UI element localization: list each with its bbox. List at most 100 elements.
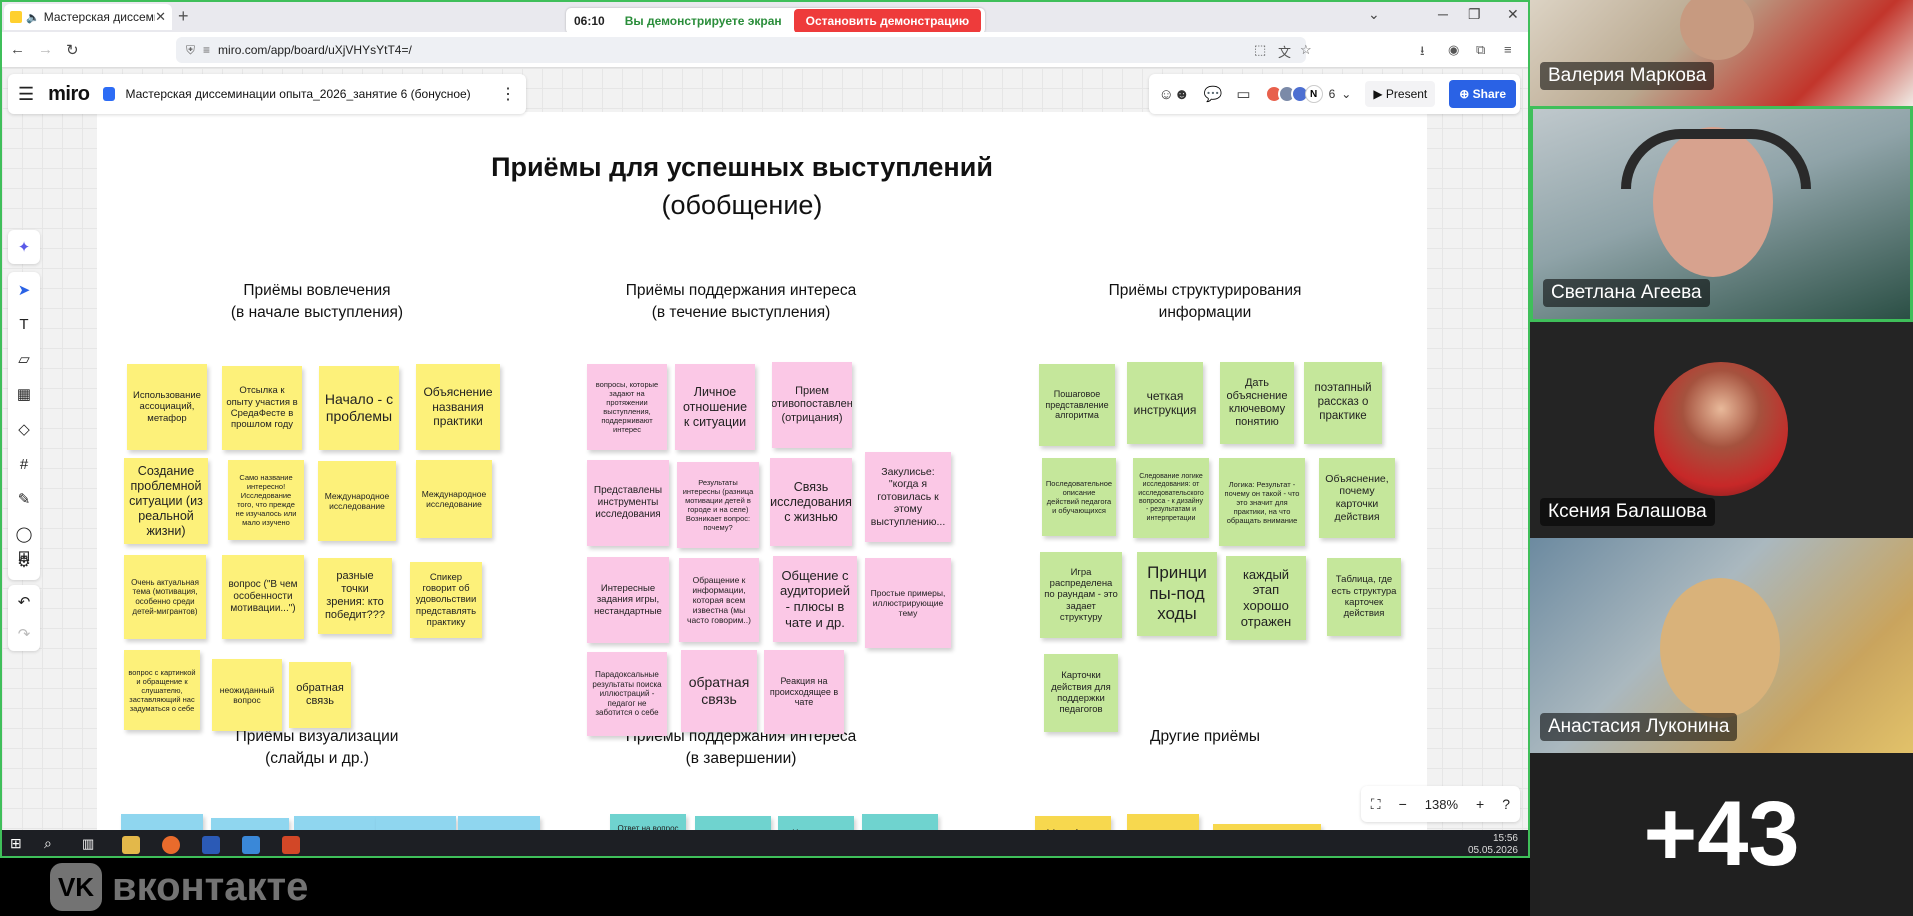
miro-logo[interactable]: miro [48, 83, 90, 106]
sticky-note[interactable]: Интересные задания игры, нестандартные [587, 557, 669, 643]
sticky-note[interactable]: Очень актуальная тема (мотивация, особен… [124, 555, 206, 639]
reload-icon[interactable]: ↻ [66, 41, 79, 59]
fit-screen-icon[interactable]: ⛶ [1371, 796, 1381, 813]
system-clock[interactable]: 15:56 05.05.2026 [1468, 833, 1518, 856]
word-icon[interactable] [202, 836, 220, 854]
menu-icon[interactable]: ≡ [1504, 42, 1512, 57]
powerpoint-icon[interactable] [282, 836, 300, 854]
sticky-note[interactable]: Спикер говорит об удовольствии представл… [410, 562, 482, 638]
sticky-note[interactable]: вопрос ("В чем особенности мотивации..."… [222, 555, 304, 639]
tabs-dropdown-icon[interactable]: ⌄ [1368, 6, 1380, 23]
help-icon[interactable]: ? [1502, 796, 1510, 812]
sticky-note[interactable]: Международное исследование [318, 461, 396, 541]
sticky-note[interactable]: вопрос с картинкой и обращение к слушате… [124, 650, 200, 730]
sticky-note[interactable]: Личное отношение к ситуации [675, 364, 755, 450]
board-frame[interactable]: Приёмы для успешных выступлений (обобщен… [97, 112, 1427, 856]
add-icon[interactable]: ⊞ [8, 540, 40, 572]
install-icon[interactable]: ⬚ [1254, 42, 1266, 58]
sticky-note[interactable]: обратная связь [289, 662, 351, 728]
undo-icon[interactable]: ↶ [8, 586, 40, 618]
sticky-note[interactable]: Последовательное описание действий педаг… [1042, 458, 1116, 536]
sticky-note[interactable]: разные точки зрения: кто победит??? [318, 558, 392, 634]
templates-tool-icon[interactable]: ▦ [8, 378, 40, 410]
firefox-icon[interactable] [162, 836, 180, 854]
close-window-icon[interactable]: ✕ [1507, 6, 1519, 23]
sticky-note[interactable]: Карточки действия для поддержки педагого… [1044, 654, 1118, 732]
search-icon[interactable]: ⌕ [44, 835, 62, 853]
more-options-icon[interactable]: ⋮ [500, 84, 516, 104]
sticky-note[interactable]: Отсылка к опыту участия в СредаФесте в п… [222, 366, 302, 450]
start-icon[interactable]: ⊞ [10, 835, 28, 853]
sticky-note-tool-icon[interactable]: ▱ [8, 343, 40, 375]
sticky-note[interactable]: Принци пы-под ходы [1137, 552, 1217, 636]
account-icon[interactable]: ◉ [1448, 42, 1459, 58]
shapes-tool-icon[interactable]: ◇ [8, 413, 40, 445]
zoom-level[interactable]: 138% [1425, 797, 1458, 812]
restore-icon[interactable]: ❐ [1468, 6, 1481, 23]
select-tool-icon[interactable]: ➤ [8, 274, 40, 306]
video-icon[interactable]: ▭ [1236, 85, 1250, 103]
share-button[interactable]: ⊕ Share [1449, 80, 1516, 108]
site-info-icon[interactable]: ≡ [203, 43, 210, 57]
participant-tile[interactable]: Анастасия Луконина [1530, 538, 1913, 753]
sticky-note[interactable]: Связь исследования с жизнью [770, 458, 852, 546]
close-tab-icon[interactable]: ✕ [155, 9, 166, 25]
sticky-note[interactable]: Использование ассоциаций, метафор [127, 364, 207, 450]
sticky-note[interactable]: Начало - с проблемы [319, 366, 399, 450]
redo-icon[interactable]: ↷ [8, 618, 40, 650]
bookmark-star-icon[interactable]: ☆ [1300, 42, 1312, 58]
browser-tab[interactable]: 🔈 Мастерская диссеминации ✕ [4, 4, 172, 30]
zoom-app-icon[interactable] [242, 836, 260, 854]
sticky-note[interactable]: четкая инструкция [1127, 362, 1203, 444]
sticky-note[interactable]: Логика: Результат - почему он такой - чт… [1219, 458, 1305, 546]
sticky-note[interactable]: Само название интересно! Исследование то… [228, 460, 304, 540]
translate-icon[interactable]: 文 [1278, 42, 1291, 61]
sticky-note[interactable]: обратная связь [681, 650, 757, 732]
collaborator-avatars[interactable]: N 6 ⌄ [1264, 85, 1351, 103]
new-tab-icon[interactable]: + [178, 6, 189, 27]
sticky-note[interactable]: Игра распределена по раундам - это задае… [1040, 552, 1122, 638]
sticky-note[interactable]: Международное исследование [416, 460, 492, 538]
chat-icon[interactable]: 💬 [1204, 85, 1223, 103]
pen-tool-icon[interactable]: ✎ [8, 483, 40, 515]
sticky-note[interactable]: Парадоксальные результаты поиска иллюстр… [587, 652, 667, 736]
board-name[interactable]: Мастерская диссеминации опыта_2026_занят… [125, 87, 500, 101]
sticky-note[interactable]: Следование логике исследования: от иссле… [1133, 458, 1209, 538]
extensions-icon[interactable]: ⧉ [1476, 42, 1485, 58]
forward-icon[interactable]: → [38, 41, 53, 58]
sticky-note[interactable]: каждый этап хорошо отражен [1226, 556, 1306, 640]
reactions-icon[interactable]: ☺☻ [1159, 86, 1190, 103]
sticky-note[interactable]: Закулисье: "когда я готовилась к этому в… [865, 452, 951, 542]
sticky-note[interactable]: Результаты интересны (разница мотивации … [677, 462, 759, 548]
sticky-note[interactable]: поэтапный рассказ о практике [1304, 362, 1382, 444]
sticky-note[interactable]: Общение с аудиторией - плюсы в чате и др… [773, 556, 857, 642]
sticky-note[interactable]: Реакция на происходящее в чате [764, 650, 844, 734]
text-tool-icon[interactable]: T [8, 308, 40, 340]
active-speaker-tile[interactable]: Светлана Агеева [1530, 106, 1913, 322]
zoom-in-icon[interactable]: + [1476, 796, 1484, 812]
sticky-note[interactable]: Обращение к информации, которая всем изв… [679, 558, 759, 642]
miro-board-area[interactable]: Приёмы для успешных выступлений (обобщен… [2, 68, 1528, 856]
back-icon[interactable]: ← [10, 41, 25, 58]
sticky-note[interactable]: Простые примеры, иллюстрирующие тему [865, 558, 951, 648]
stop-share-button[interactable]: Остановить демонстрацию [793, 9, 982, 33]
sticky-note[interactable]: неожиданный вопрос [212, 659, 282, 731]
sticky-note[interactable]: Объяснение названия практики [416, 364, 500, 450]
sticky-note[interactable]: Прием противопоставления (отрицания) [772, 362, 852, 448]
downloads-icon[interactable]: ⭳ [1420, 42, 1425, 64]
sticky-note[interactable]: вопросы, которые задают на протяжении вы… [587, 364, 667, 450]
more-participants-count[interactable]: +43 [1530, 753, 1913, 916]
url-bar[interactable]: ⛨ ≡ miro.com/app/board/uXjVHYsYtT4=/ [176, 37, 1306, 63]
sticky-note[interactable]: Дать объяснение ключевому понятию [1220, 362, 1294, 444]
zoom-out-icon[interactable]: − [1399, 796, 1407, 812]
ai-sparkle-icon[interactable]: ✦ [8, 231, 40, 263]
present-button[interactable]: ▶ Present [1365, 81, 1436, 107]
sticky-note[interactable]: Объяснение, почему карточки действия [1319, 458, 1395, 538]
task-view-icon[interactable]: ▥ [82, 836, 100, 854]
participant-tile[interactable]: Валерия Маркова [1530, 0, 1913, 106]
frame-tool-icon[interactable]: # [8, 448, 40, 480]
participant-tile[interactable]: Ксения Балашова [1530, 322, 1913, 538]
file-explorer-icon[interactable] [122, 836, 140, 854]
sticky-note[interactable]: Таблица, где есть структура карточек дей… [1327, 558, 1401, 636]
sticky-note[interactable]: Представлены инструменты исследования [587, 460, 669, 546]
